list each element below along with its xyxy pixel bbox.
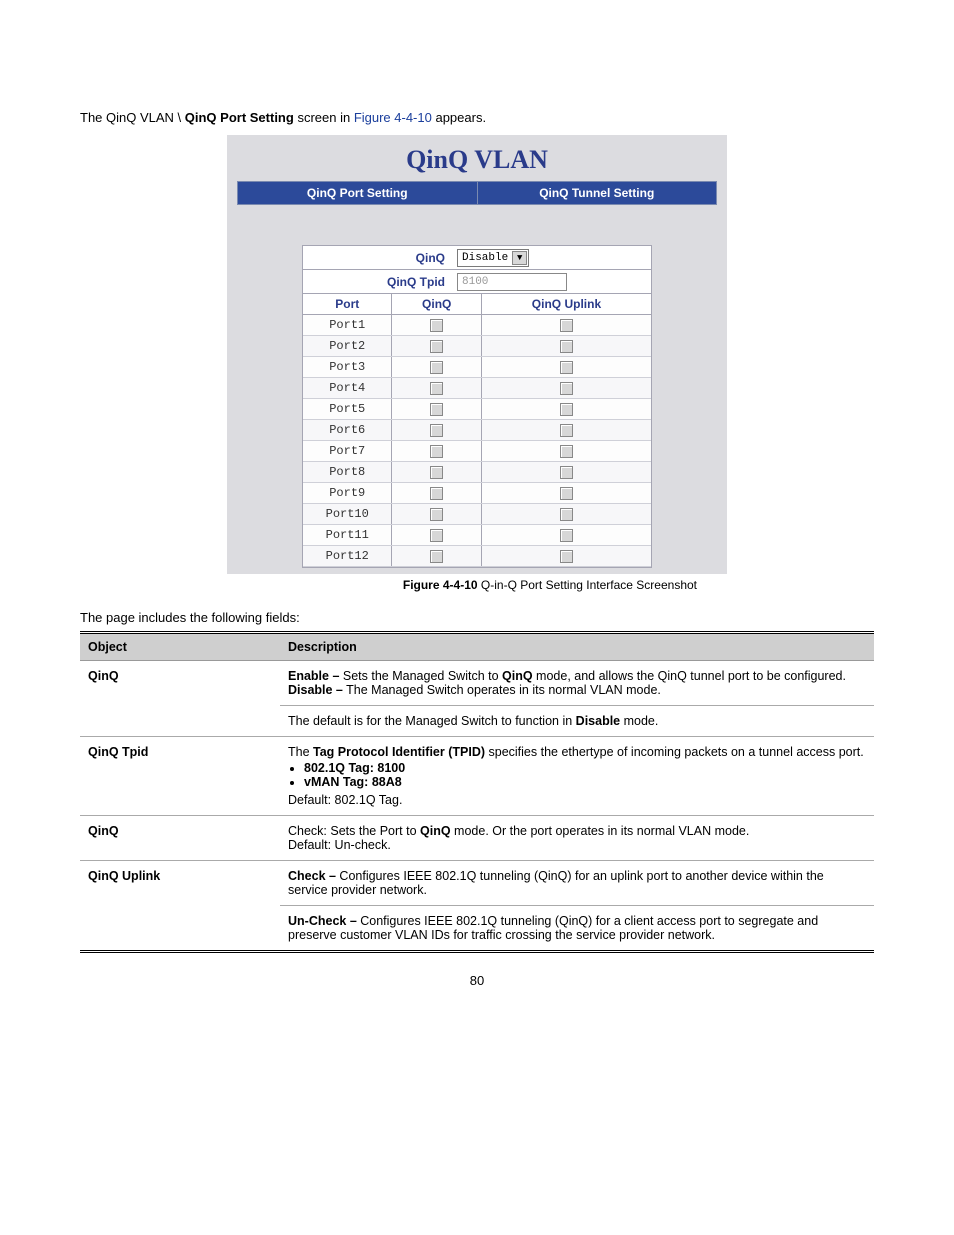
desc-qinq-default: The default is for the Managed Switch to… xyxy=(280,706,874,737)
obj-tpid: QinQ Tpid xyxy=(80,737,280,816)
tpid-value: 8100 xyxy=(462,276,488,288)
port-label: Port3 xyxy=(303,357,392,377)
qinq-checkbox[interactable] xyxy=(430,445,443,458)
table-row: Port11 xyxy=(303,525,651,546)
th-description: Description xyxy=(280,633,874,661)
table-row: Port10 xyxy=(303,504,651,525)
uplink-checkbox[interactable] xyxy=(560,445,573,458)
qinq-checkbox[interactable] xyxy=(430,361,443,374)
qinq-checkbox[interactable] xyxy=(430,529,443,542)
qinq-label: QinQ xyxy=(303,248,453,268)
uplink-checkbox[interactable] xyxy=(560,487,573,500)
config-area: QinQ Disable ▼ QinQ Tpid 8100 xyxy=(302,245,652,568)
hdr-qinq: QinQ xyxy=(392,294,481,314)
uplink-checkbox[interactable] xyxy=(560,382,573,395)
port-label: Port8 xyxy=(303,462,392,482)
uplink-checkbox[interactable] xyxy=(560,424,573,437)
port-label: Port9 xyxy=(303,483,392,503)
tab-tunnel-setting[interactable]: QinQ Tunnel Setting xyxy=(478,182,717,204)
chevron-down-icon: ▼ xyxy=(512,251,527,265)
qinq-checkbox[interactable] xyxy=(430,466,443,479)
qinq-checkbox[interactable] xyxy=(430,340,443,353)
fields-intro: The page includes the following fields: xyxy=(80,610,874,625)
page-number: 80 xyxy=(80,973,874,988)
qinq-checkbox[interactable] xyxy=(430,550,443,563)
desc-qinq-port: Check: Sets the Port to QinQ mode. Or th… xyxy=(280,816,874,861)
tpid-input[interactable]: 8100 xyxy=(457,273,567,291)
port-label: Port2 xyxy=(303,336,392,356)
bullet-vman: vMAN Tag: 88A8 xyxy=(304,775,866,789)
port-label: Port1 xyxy=(303,315,392,335)
port-label: Port12 xyxy=(303,546,392,566)
tpid-label: QinQ Tpid xyxy=(303,272,453,292)
port-label: Port7 xyxy=(303,441,392,461)
qinq-checkbox[interactable] xyxy=(430,508,443,521)
port-label: Port4 xyxy=(303,378,392,398)
port-label: Port11 xyxy=(303,525,392,545)
figure-caption: Figure 4-4-10 Q-in-Q Port Setting Interf… xyxy=(227,578,727,592)
intro-mid: screen in xyxy=(294,110,354,125)
tab-bar: QinQ Port Setting QinQ Tunnel Setting xyxy=(237,181,717,205)
table-row: Port6 xyxy=(303,420,651,441)
description-table: Object Description QinQ Enable – Sets th… xyxy=(80,631,874,953)
qinq-checkbox[interactable] xyxy=(430,319,443,332)
qinq-checkbox[interactable] xyxy=(430,424,443,437)
bullet-8021q: 802.1Q Tag: 8100 xyxy=(304,761,866,775)
desc-uplink-check: Check – Configures IEEE 802.1Q tunneling… xyxy=(280,861,874,906)
table-row: Port8 xyxy=(303,462,651,483)
uplink-checkbox[interactable] xyxy=(560,319,573,332)
desc-qinq: Enable – Sets the Managed Switch to QinQ… xyxy=(280,661,874,706)
qinq-checkbox[interactable] xyxy=(430,487,443,500)
port-label: Port10 xyxy=(303,504,392,524)
intro-link[interactable]: Figure 4-4-10 xyxy=(354,110,432,125)
desc-uplink-uncheck: Un-Check – Configures IEEE 802.1Q tunnel… xyxy=(280,906,874,952)
uplink-checkbox[interactable] xyxy=(560,403,573,416)
obj-uplink: QinQ Uplink xyxy=(80,861,280,952)
caption-rest: Q-in-Q Port Setting Interface Screenshot xyxy=(478,578,697,592)
hdr-port: Port xyxy=(303,294,392,314)
table-row: Port7 xyxy=(303,441,651,462)
th-object: Object xyxy=(80,633,280,661)
screenshot-title: QinQ VLAN xyxy=(227,141,727,181)
screenshot-panel: QinQ VLAN QinQ Port Setting QinQ Tunnel … xyxy=(227,135,727,574)
table-row: Port2 xyxy=(303,336,651,357)
hdr-uplink: QinQ Uplink xyxy=(482,294,651,314)
uplink-checkbox[interactable] xyxy=(560,529,573,542)
intro-bold: QinQ Port Setting xyxy=(185,110,294,125)
table-row: Port3 xyxy=(303,357,651,378)
uplink-checkbox[interactable] xyxy=(560,466,573,479)
table-row: Port5 xyxy=(303,399,651,420)
intro-post: appears. xyxy=(432,110,486,125)
port-label: Port5 xyxy=(303,399,392,419)
desc-tpid: The Tag Protocol Identifier (TPID) speci… xyxy=(280,737,874,816)
qinq-checkbox[interactable] xyxy=(430,382,443,395)
table-row: Port9 xyxy=(303,483,651,504)
uplink-checkbox[interactable] xyxy=(560,550,573,563)
qinq-select-value: Disable xyxy=(462,252,508,264)
qinq-select[interactable]: Disable ▼ xyxy=(457,249,529,267)
qinq-checkbox[interactable] xyxy=(430,403,443,416)
uplink-checkbox[interactable] xyxy=(560,361,573,374)
table-row: Port12 xyxy=(303,546,651,567)
tab-port-setting[interactable]: QinQ Port Setting xyxy=(238,182,478,204)
table-row: Port4 xyxy=(303,378,651,399)
port-label: Port6 xyxy=(303,420,392,440)
intro-text: The QinQ VLAN \ QinQ Port Setting screen… xyxy=(80,110,874,125)
obj-qinq-port: QinQ xyxy=(80,816,280,861)
port-header: Port QinQ QinQ Uplink xyxy=(303,294,651,315)
obj-qinq: QinQ xyxy=(80,661,280,737)
intro-pre: The QinQ VLAN \ xyxy=(80,110,185,125)
uplink-checkbox[interactable] xyxy=(560,340,573,353)
table-row: Port1 xyxy=(303,315,651,336)
uplink-checkbox[interactable] xyxy=(560,508,573,521)
caption-bold: Figure 4-4-10 xyxy=(403,578,478,592)
